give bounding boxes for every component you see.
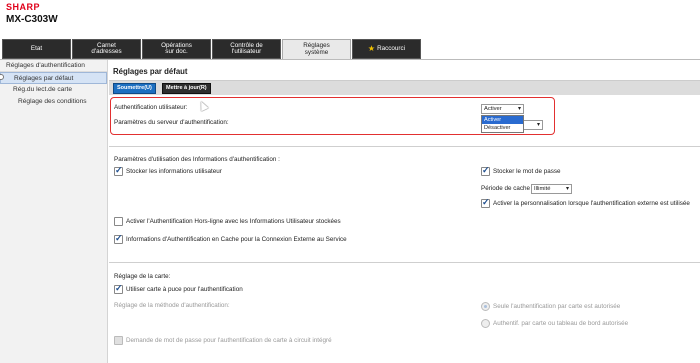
cache-period-value: Illimité — [534, 186, 551, 192]
personalization-label: Activer la personnalisation lorsque l'au… — [493, 200, 690, 207]
brand-logo: SHARP — [6, 2, 41, 12]
store-user-info-checkbox[interactable] — [114, 165, 123, 176]
chevron-down-icon: ▾ — [517, 106, 521, 112]
section-divider — [109, 146, 700, 147]
tab-document-operations[interactable]: Opérations sur doc. — [142, 39, 211, 59]
info-section-label: Paramètres d'utilisation des Information… — [114, 156, 280, 163]
cached-auth-checkbox[interactable] — [114, 233, 123, 244]
tab-system-settings[interactable]: Réglages système — [282, 39, 351, 59]
store-user-info-label: Stocker les informations utilisateur — [126, 168, 222, 175]
tab-status[interactable]: Etat — [2, 39, 71, 59]
main-tabs: Etat Carnet d'adresses Opérations sur doc.… — [2, 39, 422, 59]
chevron-down-icon: ▾ — [565, 186, 569, 192]
auth-user-dropdown: Activer Désactiver — [481, 115, 524, 133]
dropdown-option-disable[interactable]: Désactiver — [482, 124, 523, 132]
offline-auth-checkbox[interactable] — [114, 217, 123, 226]
sidebar-item-card-reader[interactable]: Rég.du lect.de carte — [0, 84, 107, 96]
cached-auth-label: Informations d'Authentification en Cache… — [126, 236, 347, 243]
card-only-label: Seule l'authentification par carte est a… — [493, 303, 621, 310]
auth-method-label: Réglage de la méthode d'authentification… — [114, 302, 230, 309]
tab-label: Etat — [30, 44, 43, 52]
offline-auth-label: Activer l'Authentification Hors-ligne av… — [126, 218, 341, 225]
page-title: Réglages par défaut — [113, 67, 188, 76]
tab-label: Opérations sur doc. — [161, 41, 192, 55]
sidebar-item-default-settings[interactable]: Réglages par défaut — [0, 72, 107, 84]
sidebar-item-conditions[interactable]: Réglage des conditions — [0, 96, 107, 108]
tab-label: Contrôle de l'utilisateur — [230, 41, 263, 55]
card-or-panel-radio[interactable] — [481, 319, 490, 328]
card-section-label: Réglage de la carte: — [114, 273, 171, 280]
star-icon: ★ — [367, 43, 376, 53]
device-model: MX-C303W — [6, 14, 58, 25]
chevron-down-icon: ▾ — [536, 122, 540, 128]
auth-user-select[interactable]: Activer ▾ — [481, 104, 524, 114]
card-or-panel-label: Authentif. par carte ou tableau de bord … — [493, 320, 629, 327]
use-ic-card-label: Utiliser carte à puce pour l'authentific… — [126, 286, 243, 293]
cache-period-select[interactable]: Illimité ▾ — [531, 184, 572, 194]
password-request-label: Demande de mot de passe pour l'authentif… — [126, 337, 332, 344]
tab-label: Raccourci — [377, 44, 406, 52]
toolbar: Soumettre(U) Mettre à jour(R) — [109, 81, 700, 95]
cache-period-label: Période de cache — [481, 185, 531, 192]
store-password-checkbox[interactable] — [481, 165, 490, 176]
auth-user-select-value: Activer — [484, 106, 502, 112]
sidebar-header: Réglages d'authentification — [0, 60, 107, 72]
tab-label: Réglages système — [303, 42, 330, 56]
dropdown-option-enable[interactable]: Activer — [482, 116, 523, 124]
sidebar: Réglages d'authentification Réglages par… — [0, 60, 108, 363]
tab-address-book[interactable]: Carnet d'adresses — [72, 39, 141, 59]
update-button[interactable]: Mettre à jour(R) — [162, 83, 211, 94]
tab-user-control[interactable]: Contrôle de l'utilisateur — [212, 39, 281, 59]
auth-server-label: Paramètres du serveur d'authentification… — [114, 119, 229, 126]
auth-user-label: Authentification utilisateur: — [114, 104, 188, 111]
submit-button[interactable]: Soumettre(U) — [113, 83, 156, 94]
use-ic-card-checkbox[interactable] — [114, 283, 123, 294]
tab-label: Carnet d'adresses — [91, 41, 122, 55]
store-password-label: Stocker le mot de passe — [493, 168, 561, 175]
tab-shortcut[interactable]: ★ Raccourci — [352, 39, 421, 59]
password-request-checkbox[interactable] — [114, 336, 123, 345]
personalization-checkbox[interactable] — [481, 197, 490, 208]
card-only-radio[interactable] — [481, 302, 490, 311]
section-divider — [109, 262, 700, 263]
